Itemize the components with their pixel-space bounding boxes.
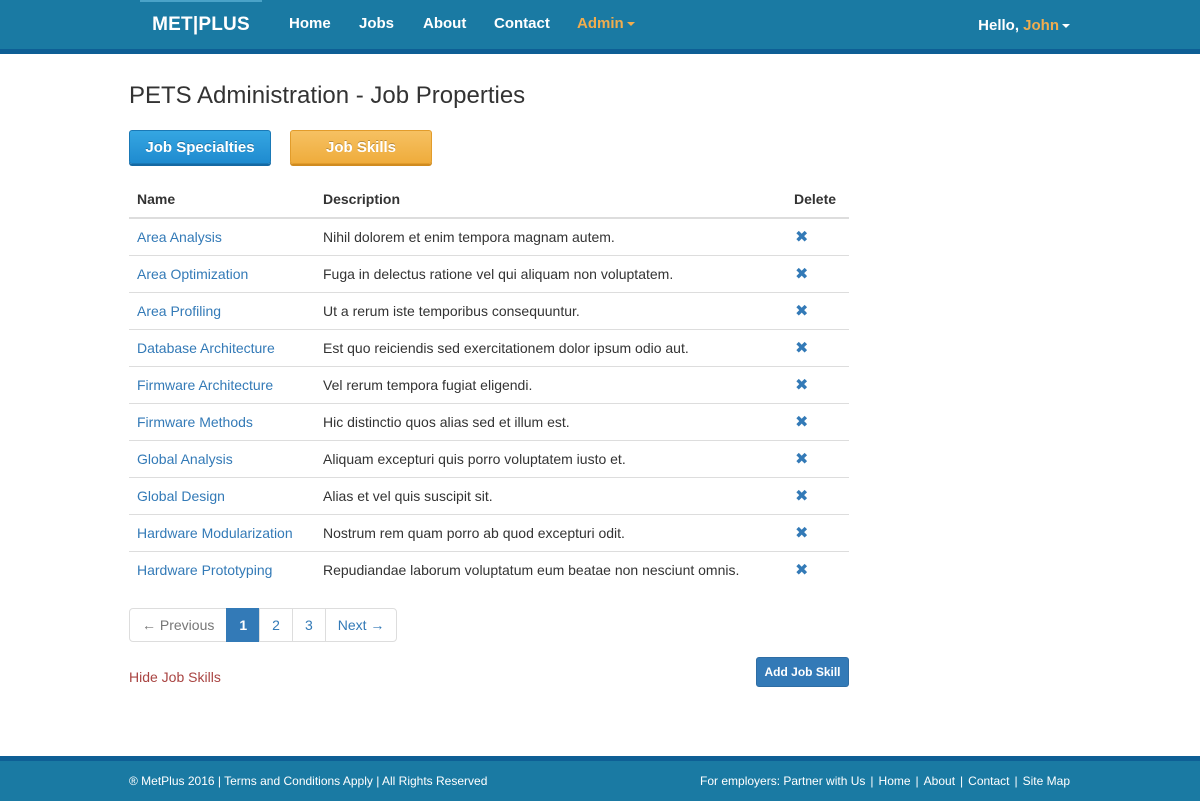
nav-admin-label: Admin [577, 15, 624, 32]
page-3-button[interactable]: 3 [291, 608, 326, 642]
column-header-description: Description [315, 181, 786, 219]
page-2-button[interactable]: 2 [259, 608, 293, 642]
skill-name-link[interactable]: Area Profiling [129, 291, 315, 329]
page-1-button[interactable]: 1 [226, 608, 261, 642]
skill-name-link[interactable]: Hardware Modularization [129, 513, 315, 551]
footer-link-contact[interactable]: Contact [968, 774, 1009, 788]
brand-logo[interactable]: MET|PLUS [140, 0, 262, 48]
column-header-name: Name [129, 181, 315, 219]
table-row: Area Analysis Nihil dolorem et enim temp… [129, 217, 849, 255]
skill-description: Vel rerum tempora fugiat eligendi. [315, 365, 786, 403]
page-title: PETS Administration - Job Properties [129, 82, 526, 109]
delete-icon[interactable]: ✖ [794, 449, 808, 469]
skill-name-link[interactable]: Firmware Architecture [129, 365, 315, 403]
skill-description: Repudiandae laborum voluptatum eum beata… [315, 550, 786, 588]
job-specialties-button[interactable]: Job Specialties [129, 130, 271, 164]
hello-prefix: Hello, [978, 17, 1024, 34]
nav-contact[interactable]: Contact [494, 0, 550, 48]
footer-copyright: ® MetPlus 2016 | Terms and Conditions Ap… [129, 774, 488, 788]
delete-icon[interactable]: ✖ [794, 486, 808, 506]
pagination: ← Previous 1 2 3 Next → [129, 608, 398, 642]
table-header-row: Name Description Delete [129, 181, 849, 219]
skill-name-link[interactable]: Area Analysis [129, 217, 315, 255]
column-header-delete: Delete [786, 181, 849, 219]
footer-separator: | [960, 774, 964, 788]
skill-description: Est quo reiciendis sed exercitationem do… [315, 328, 786, 366]
delete-icon[interactable]: ✖ [794, 412, 808, 432]
skill-description: Alias et vel quis suscipit sit. [315, 476, 786, 514]
skill-description: Fuga in delectus ratione vel qui aliquam… [315, 254, 786, 292]
skill-name-link[interactable]: Firmware Methods [129, 402, 315, 440]
table-row: Global Design Alias et vel quis suscipit… [129, 476, 849, 514]
delete-icon[interactable]: ✖ [794, 523, 808, 543]
footer-link-about[interactable]: About [924, 774, 955, 788]
previous-page-button[interactable]: ← Previous [129, 608, 228, 642]
footer-link-home[interactable]: Home [879, 774, 911, 788]
top-navbar: MET|PLUS Home Jobs About Contact Admin H… [0, 0, 1200, 54]
table-row: Area Profiling Ut a rerum iste temporibu… [129, 291, 849, 329]
delete-icon[interactable]: ✖ [794, 375, 808, 395]
table-row: Hardware Modularization Nostrum rem quam… [129, 513, 849, 551]
nav-home[interactable]: Home [289, 0, 331, 48]
nav-admin-dropdown[interactable]: Admin [577, 0, 635, 48]
table-row: Area Optimization Fuga in delectus ratio… [129, 254, 849, 292]
skill-name-link[interactable]: Global Analysis [129, 439, 315, 477]
footer-link-partner[interactable]: Partner with Us [783, 774, 865, 788]
user-menu-dropdown[interactable]: Hello, John [978, 0, 1070, 52]
skill-description: Ut a rerum iste temporibus consequuntur. [315, 291, 786, 329]
footer-separator: | [1014, 774, 1018, 788]
add-job-skill-button[interactable]: Add Job Skill [756, 657, 849, 687]
footer-separator: | [870, 774, 874, 788]
nav-jobs[interactable]: Jobs [359, 0, 394, 48]
delete-icon[interactable]: ✖ [794, 301, 808, 321]
delete-icon[interactable]: ✖ [794, 264, 808, 284]
job-skills-button[interactable]: Job Skills [290, 130, 432, 164]
footer-employers-prefix: For employers: [700, 774, 784, 788]
footer-separator: | [915, 774, 919, 788]
skill-description: Hic distinctio quos alias sed et illum e… [315, 402, 786, 440]
skill-name-link[interactable]: Global Design [129, 476, 315, 514]
skill-description: Aliquam excepturi quis porro voluptatem … [315, 439, 786, 477]
skill-name-link[interactable]: Area Optimization [129, 254, 315, 292]
skill-description: Nostrum rem quam porro ab quod excepturi… [315, 513, 786, 551]
footer-links: For employers: Partner with Us | Home | Abou… [700, 761, 1070, 801]
caret-down-icon [626, 22, 635, 27]
skill-description: Nihil dolorem et enim tempora magnam aut… [315, 217, 786, 255]
footer: ® MetPlus 2016 | Terms and Conditions Ap… [0, 756, 1200, 801]
caret-down-icon [1062, 24, 1070, 29]
skill-name-link[interactable]: Database Architecture [129, 328, 315, 366]
next-page-button[interactable]: Next → [324, 608, 398, 642]
skill-name-link[interactable]: Hardware Prototyping [129, 550, 315, 588]
table-row: Firmware Methods Hic distinctio quos ali… [129, 402, 849, 440]
job-skills-table: Name Description Delete Area Analysis Ni… [129, 181, 849, 588]
table-row: Firmware Architecture Vel rerum tempora … [129, 365, 849, 403]
footer-link-sitemap[interactable]: Site Map [1023, 774, 1070, 788]
delete-icon[interactable]: ✖ [794, 227, 808, 247]
nav-about[interactable]: About [423, 0, 466, 48]
delete-icon[interactable]: ✖ [794, 338, 808, 358]
table-row: Global Analysis Aliquam excepturi quis p… [129, 439, 849, 477]
table-row: Hardware Prototyping Repudiandae laborum… [129, 550, 849, 588]
table-row: Database Architecture Est quo reiciendis… [129, 328, 849, 366]
delete-icon[interactable]: ✖ [794, 560, 808, 580]
hide-job-skills-link[interactable]: Hide Job Skills [129, 669, 221, 685]
user-name: John [1023, 17, 1059, 34]
